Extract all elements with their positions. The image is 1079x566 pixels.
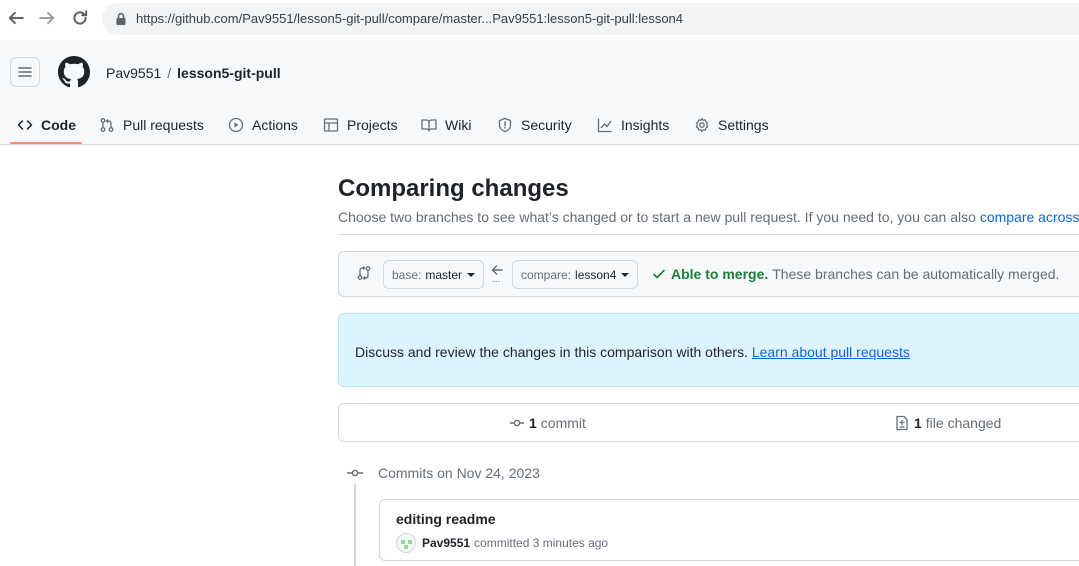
commit-count: 1 <box>529 415 537 431</box>
timeline-line <box>354 484 356 566</box>
tab-projects[interactable]: Projects <box>323 104 398 145</box>
tab-label: Security <box>521 116 572 133</box>
table-icon <box>323 117 339 132</box>
merge-description: These branches can be automatically merg… <box>772 266 1060 282</box>
page-description: Choose two branches to see what’s change… <box>338 209 1079 225</box>
active-tab-indicator <box>10 142 82 144</box>
tab-pull-requests[interactable]: Pull requests <box>99 104 204 145</box>
avatar[interactable] <box>396 533 416 553</box>
merge-status: Able to merge. These branches can be aut… <box>651 266 1059 282</box>
base-value: master <box>425 267 463 282</box>
commit-meta: Pav9551 committed 3 minutes ago <box>396 533 608 553</box>
files-count-label: file changed <box>925 415 1002 431</box>
tab-security[interactable]: Security <box>497 104 572 145</box>
graph-icon <box>597 118 612 132</box>
tab-label: Actions <box>252 116 298 133</box>
browser-toolbar: https://github.com/Pav9551/lesson5-git-p… <box>0 0 1079 38</box>
compare-branch-select[interactable]: compare: lesson4 <box>512 260 639 289</box>
compare-value: lesson4 <box>575 267 617 282</box>
code-icon <box>17 119 33 130</box>
compare-range-editor: base: master ... compare: lesson4 Able t… <box>338 251 1079 297</box>
tab-label: Pull requests <box>123 116 204 133</box>
breadcrumb-separator: / <box>167 65 172 81</box>
repo-name-link[interactable]: lesson5-git-pull <box>177 65 280 81</box>
flash-message: Discuss and review the changes in this c… <box>355 344 910 360</box>
tab-label: Projects <box>347 116 398 133</box>
commit-author-link[interactable]: Pav9551 <box>422 536 470 550</box>
commit-time: committed 3 minutes ago <box>474 536 609 550</box>
base-label: base: <box>392 267 422 282</box>
range-dots: ... <box>492 274 501 285</box>
divider <box>338 234 1079 235</box>
play-icon <box>228 117 244 132</box>
github-logo-icon[interactable] <box>58 56 90 88</box>
compare-across-forks-link[interactable]: compare across forks <box>980 209 1079 225</box>
base-branch-select[interactable]: base: master <box>383 260 485 289</box>
tab-label: Insights <box>621 116 670 133</box>
commits-summary-link[interactable]: 1 commit <box>509 415 586 431</box>
commit-list-item: editing readme Pav9551 committed 3 minut… <box>379 499 1079 561</box>
check-icon <box>653 269 665 279</box>
pull-request-icon <box>100 117 114 132</box>
flash-text: Discuss and review the changes in this c… <box>355 344 752 360</box>
forward-arrow-icon[interactable] <box>36 7 58 29</box>
commit-icon <box>346 465 364 481</box>
breadcrumb: Pav9551 / lesson5-git-pull <box>106 65 281 81</box>
tab-label: Code <box>41 116 76 133</box>
files-count: 1 <box>914 415 922 431</box>
files-changed-link[interactable]: 1 file changed <box>894 415 1001 431</box>
lock-icon[interactable] <box>114 12 128 26</box>
commit-count-label: commit <box>540 415 586 431</box>
caret-down-icon <box>621 272 630 277</box>
repo-nav-tabs: Code Pull requests Actions Projects Wiki… <box>0 104 1079 145</box>
learn-pull-requests-link[interactable]: Learn about pull requests <box>752 344 910 360</box>
tab-settings[interactable]: Settings <box>694 104 769 145</box>
commit-icon <box>510 419 524 427</box>
commits-date-heading: Commits on Nov 24, 2023 <box>378 465 540 481</box>
address-bar[interactable]: https://github.com/Pav9551/lesson5-git-p… <box>102 3 1079 35</box>
diff-summary: 1 commit 1 file changed <box>338 403 1079 442</box>
book-icon <box>421 118 437 132</box>
merge-ok-text: Able to merge. <box>671 266 769 282</box>
reload-icon[interactable] <box>69 7 91 29</box>
tab-insights[interactable]: Insights <box>597 104 669 145</box>
back-arrow-icon[interactable] <box>5 7 27 29</box>
tab-actions[interactable]: Actions <box>228 104 298 145</box>
compare-label: compare: <box>521 267 572 282</box>
url-text[interactable]: https://github.com/Pav9551/lesson5-git-p… <box>136 11 683 26</box>
hamburger-menu-button[interactable] <box>10 57 40 87</box>
info-flash-banner: Discuss and review the changes in this c… <box>338 313 1079 387</box>
description-text: Choose two branches to see what’s change… <box>338 209 980 225</box>
tab-code[interactable]: Code <box>17 104 76 145</box>
shield-icon <box>498 117 512 132</box>
tab-wiki[interactable]: Wiki <box>421 104 471 145</box>
git-compare-icon <box>357 266 371 280</box>
repo-owner-link[interactable]: Pav9551 <box>106 65 161 81</box>
page-title: Comparing changes <box>338 175 569 202</box>
repo-header: Pav9551 / lesson5-git-pull Code Pull reque… <box>0 40 1079 145</box>
tab-label: Settings <box>718 116 769 133</box>
hamburger-icon <box>18 67 32 77</box>
caret-down-icon <box>467 272 476 277</box>
gear-icon <box>695 117 709 132</box>
tab-label: Wiki <box>445 116 472 133</box>
file-diff-icon <box>896 415 908 431</box>
commit-message-link[interactable]: editing readme <box>396 511 496 527</box>
